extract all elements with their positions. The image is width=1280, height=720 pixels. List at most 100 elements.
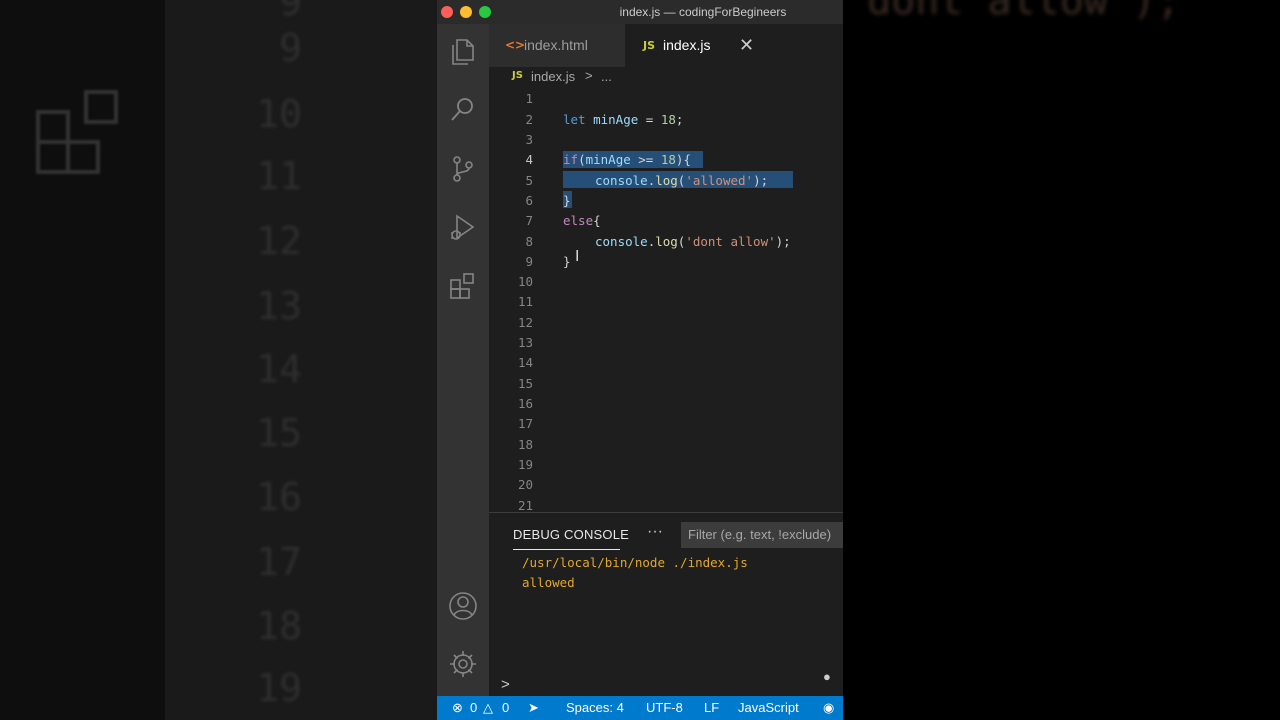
activity-bar (437, 24, 489, 696)
code-editor[interactable]: 1 2 3 4 5 6 7 8 9 10 11 12 13 14 15 16 1… (489, 89, 843, 513)
blurred-line-number: 19 (256, 666, 302, 710)
close-tab-icon[interactable]: ✕ (739, 24, 754, 67)
blurred-line-number: 11 (256, 154, 302, 198)
console-prompt-icon[interactable]: > (501, 676, 510, 693)
function: log (655, 173, 678, 188)
text-cursor-icon: I (575, 247, 580, 265)
punctuation: ){ (675, 152, 691, 167)
tab-label: index.js (663, 37, 711, 53)
indentation-status[interactable]: Spaces: 4 (566, 700, 624, 715)
blurred-gutter: 9 9 10 11 12 13 14 15 16 17 18 19 } (165, 0, 437, 720)
line-number: 20 (517, 477, 533, 492)
string: 'dont allow' (685, 234, 776, 249)
explorer-icon[interactable] (447, 36, 479, 68)
line-number: 14 (517, 355, 533, 370)
number: 18 (660, 112, 676, 127)
error-icon[interactable]: ⊗ (452, 700, 463, 716)
keyword: let (563, 112, 586, 127)
live-share-icon[interactable]: ➤ (528, 700, 539, 716)
filter-input[interactable]: Filter (e.g. text, !exclude) (681, 522, 843, 548)
line-number: 9 (525, 254, 533, 269)
line-number: 6 (525, 193, 533, 208)
line-number: 2 (525, 112, 533, 127)
blurred-line-number: 10 (256, 92, 302, 136)
warning-count[interactable]: 0 (502, 700, 509, 715)
console-output-line: /usr/local/bin/node ./index.js (522, 555, 748, 570)
broadcast-icon[interactable]: ◉ (823, 700, 834, 716)
keyword: if (563, 152, 579, 167)
accounts-icon[interactable] (447, 590, 479, 622)
vscode-window: index.js — codingForBegineers <> index.h… (437, 0, 843, 720)
js-file-icon: JS (643, 39, 656, 52)
line-number: 13 (517, 335, 533, 350)
blurred-line-number: 12 (256, 219, 302, 263)
line-number: 11 (517, 294, 533, 309)
blurred-extensions-icon (36, 90, 118, 174)
punctuation: ); (775, 234, 791, 249)
status-bar: ⊗ 0 △ 0 ➤ Spaces: 4 UTF-8 LF JavaScript … (437, 696, 843, 720)
code-line-2: let minAge = 18; (563, 112, 683, 127)
breadcrumb-more[interactable]: ... (601, 69, 612, 84)
code-line-8: console.log('dont allow'); (595, 234, 791, 249)
line-number: 1 (525, 91, 533, 106)
object: console (595, 234, 648, 249)
extensions-icon[interactable] (447, 270, 479, 302)
error-count[interactable]: 0 (470, 700, 477, 715)
tab-label: index.html (524, 37, 588, 53)
code-line-6: } (563, 193, 571, 208)
variable: minAge (593, 112, 639, 127)
string: 'allowed' (685, 173, 754, 188)
window-title: index.js — codingForBegineers (619, 5, 787, 19)
encoding-status[interactable]: UTF-8 (646, 700, 683, 715)
person-icon[interactable]: ● (823, 669, 831, 684)
line-number: 7 (525, 213, 533, 228)
punctuation: ); (753, 173, 769, 188)
blurred-line-number: 18 (256, 604, 302, 648)
editor-tabs: <> index.html JS index.js ✕ (489, 24, 843, 67)
warning-icon[interactable]: △ (483, 700, 493, 716)
punctuation: { (593, 213, 601, 228)
panel-tab-debug-console[interactable]: DEBUG CONSOLE (513, 527, 629, 542)
line-number: 3 (525, 132, 533, 147)
blurred-line-number: 9 (279, 0, 302, 24)
source-control-icon[interactable] (447, 153, 479, 185)
punctuation: ; (675, 112, 684, 127)
code-line-4: if(minAge >= 18){ (563, 152, 691, 167)
line-number: 15 (517, 376, 533, 391)
operator: = (638, 112, 661, 127)
search-icon[interactable] (447, 94, 479, 126)
breadcrumb-file[interactable]: index.js (531, 69, 575, 84)
html-file-icon: <> (505, 38, 526, 52)
keyword: else (563, 213, 594, 228)
eol-status[interactable]: LF (704, 700, 719, 715)
code-line-5: console.log('allowed'); (595, 173, 768, 188)
blurred-line-number: 14 (256, 347, 302, 391)
active-tab-indicator (513, 549, 620, 550)
blurred-code-text: 'dont allow'); (843, 0, 1181, 24)
console-output-line: allowed (522, 575, 575, 590)
blurred-line-number: 13 (256, 284, 302, 328)
blurred-background-right: 'dont allow'); (843, 0, 1280, 720)
blurred-line-number: 15 (256, 411, 302, 455)
variable: minAge (585, 152, 631, 167)
breadcrumb: JS index.js > ... (489, 67, 843, 89)
language-mode-status[interactable]: JavaScript (738, 700, 799, 715)
number: 18 (660, 152, 676, 167)
line-number: 8 (525, 234, 533, 249)
manage-gear-icon[interactable] (447, 648, 479, 680)
line-number: 21 (517, 498, 533, 513)
title-bar: index.js — codingForBegineers (437, 0, 843, 24)
more-actions-icon[interactable]: ··· (647, 523, 663, 541)
debug-console-panel: DEBUG CONSOLE ··· Filter (e.g. text, !ex… (489, 512, 843, 697)
blurred-background-left: 9 9 10 11 12 13 14 15 16 17 18 19 } (0, 0, 437, 720)
line-number: 17 (517, 416, 533, 431)
run-debug-icon[interactable] (447, 211, 479, 243)
tab-index-html[interactable]: <> index.html (489, 24, 625, 67)
code-line-9: } (563, 254, 571, 269)
tab-index-js[interactable]: JS index.js ✕ (625, 24, 843, 67)
blurred-line-number: 9 (279, 26, 302, 70)
line-number: 19 (517, 457, 533, 472)
js-file-icon: JS (512, 70, 523, 81)
object: console (595, 173, 648, 188)
code-line-7: else{ (563, 213, 601, 228)
